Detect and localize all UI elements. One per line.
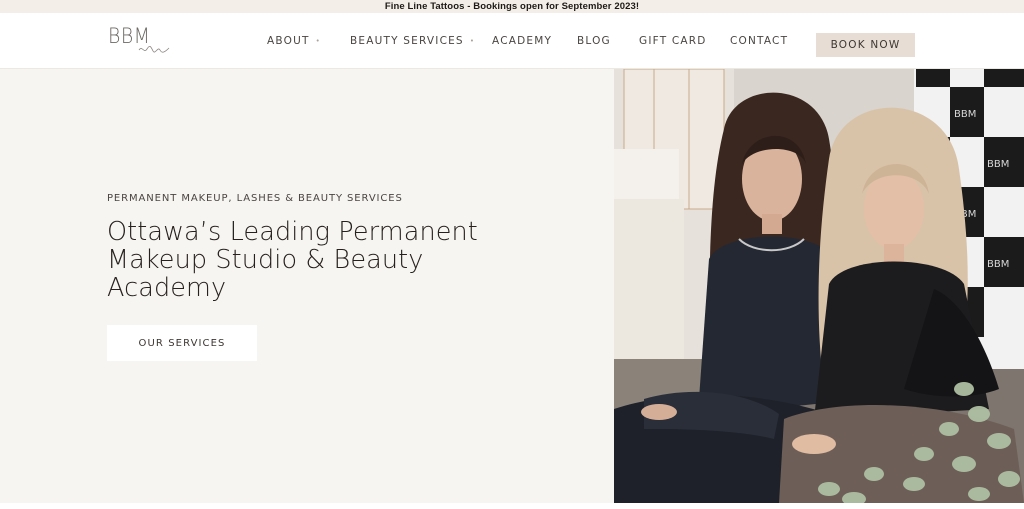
- hero-eyebrow: PERMANENT MAKEUP, LASHES & BEAUTY SERVIC…: [107, 193, 403, 204]
- nav-item-beauty-services[interactable]: BEAUTY SERVICES •: [350, 13, 474, 69]
- svg-text:BBM: BBM: [987, 159, 1009, 170]
- svg-text:BBM: BBM: [954, 109, 976, 120]
- nav-item-contact-label: CONTACT: [730, 35, 789, 47]
- hero-headline-line-2: Makeup Studio & Beauty: [107, 245, 424, 275]
- hero-headline-line-3: Academy: [107, 273, 227, 303]
- nav-item-academy-label: ACADEMY: [492, 35, 553, 47]
- hero-photo-illustration: BBM BBM BBM BBM: [614, 69, 1024, 503]
- nav-item-blog[interactable]: BLOG: [577, 13, 611, 69]
- our-services-button[interactable]: OUR SERVICES: [107, 325, 257, 361]
- nav-item-gift-card-label: GIFT CARD: [639, 35, 707, 47]
- site-header: BBM ABOUT • BEAUTY SERVICES • ACADEMY BL…: [0, 13, 1024, 69]
- hero-photo: BBM BBM BBM BBM: [614, 69, 1024, 503]
- nav-item-beauty-services-label: BEAUTY SERVICES: [350, 35, 464, 47]
- hero-headline-line-1: Ottawa’s Leading Permanent: [107, 217, 478, 247]
- hero-headline: Ottawa’s Leading Permanent Makeup Studio…: [107, 218, 527, 302]
- announcement-bar: Fine Line Tattoos - Bookings open for Se…: [0, 0, 1024, 13]
- logo[interactable]: BBM: [108, 24, 172, 60]
- nav-item-gift-card[interactable]: GIFT CARD: [639, 13, 707, 69]
- svg-text:BBM: BBM: [987, 259, 1009, 270]
- book-now-button[interactable]: BOOK NOW: [816, 33, 915, 57]
- logo-script-icon: [138, 45, 170, 53]
- nav-item-blog-label: BLOG: [577, 35, 611, 47]
- dropdown-indicator-icon: •: [469, 37, 474, 45]
- nav-item-contact[interactable]: CONTACT: [730, 13, 788, 69]
- nav-item-about-label: ABOUT: [267, 35, 310, 47]
- announcement-text: Fine Line Tattoos - Bookings open for Se…: [384, 1, 640, 12]
- nav-item-academy[interactable]: ACADEMY: [492, 13, 552, 69]
- dropdown-indicator-icon: •: [315, 37, 320, 45]
- bottom-edge: [0, 503, 1024, 509]
- nav-item-about[interactable]: ABOUT •: [267, 13, 320, 69]
